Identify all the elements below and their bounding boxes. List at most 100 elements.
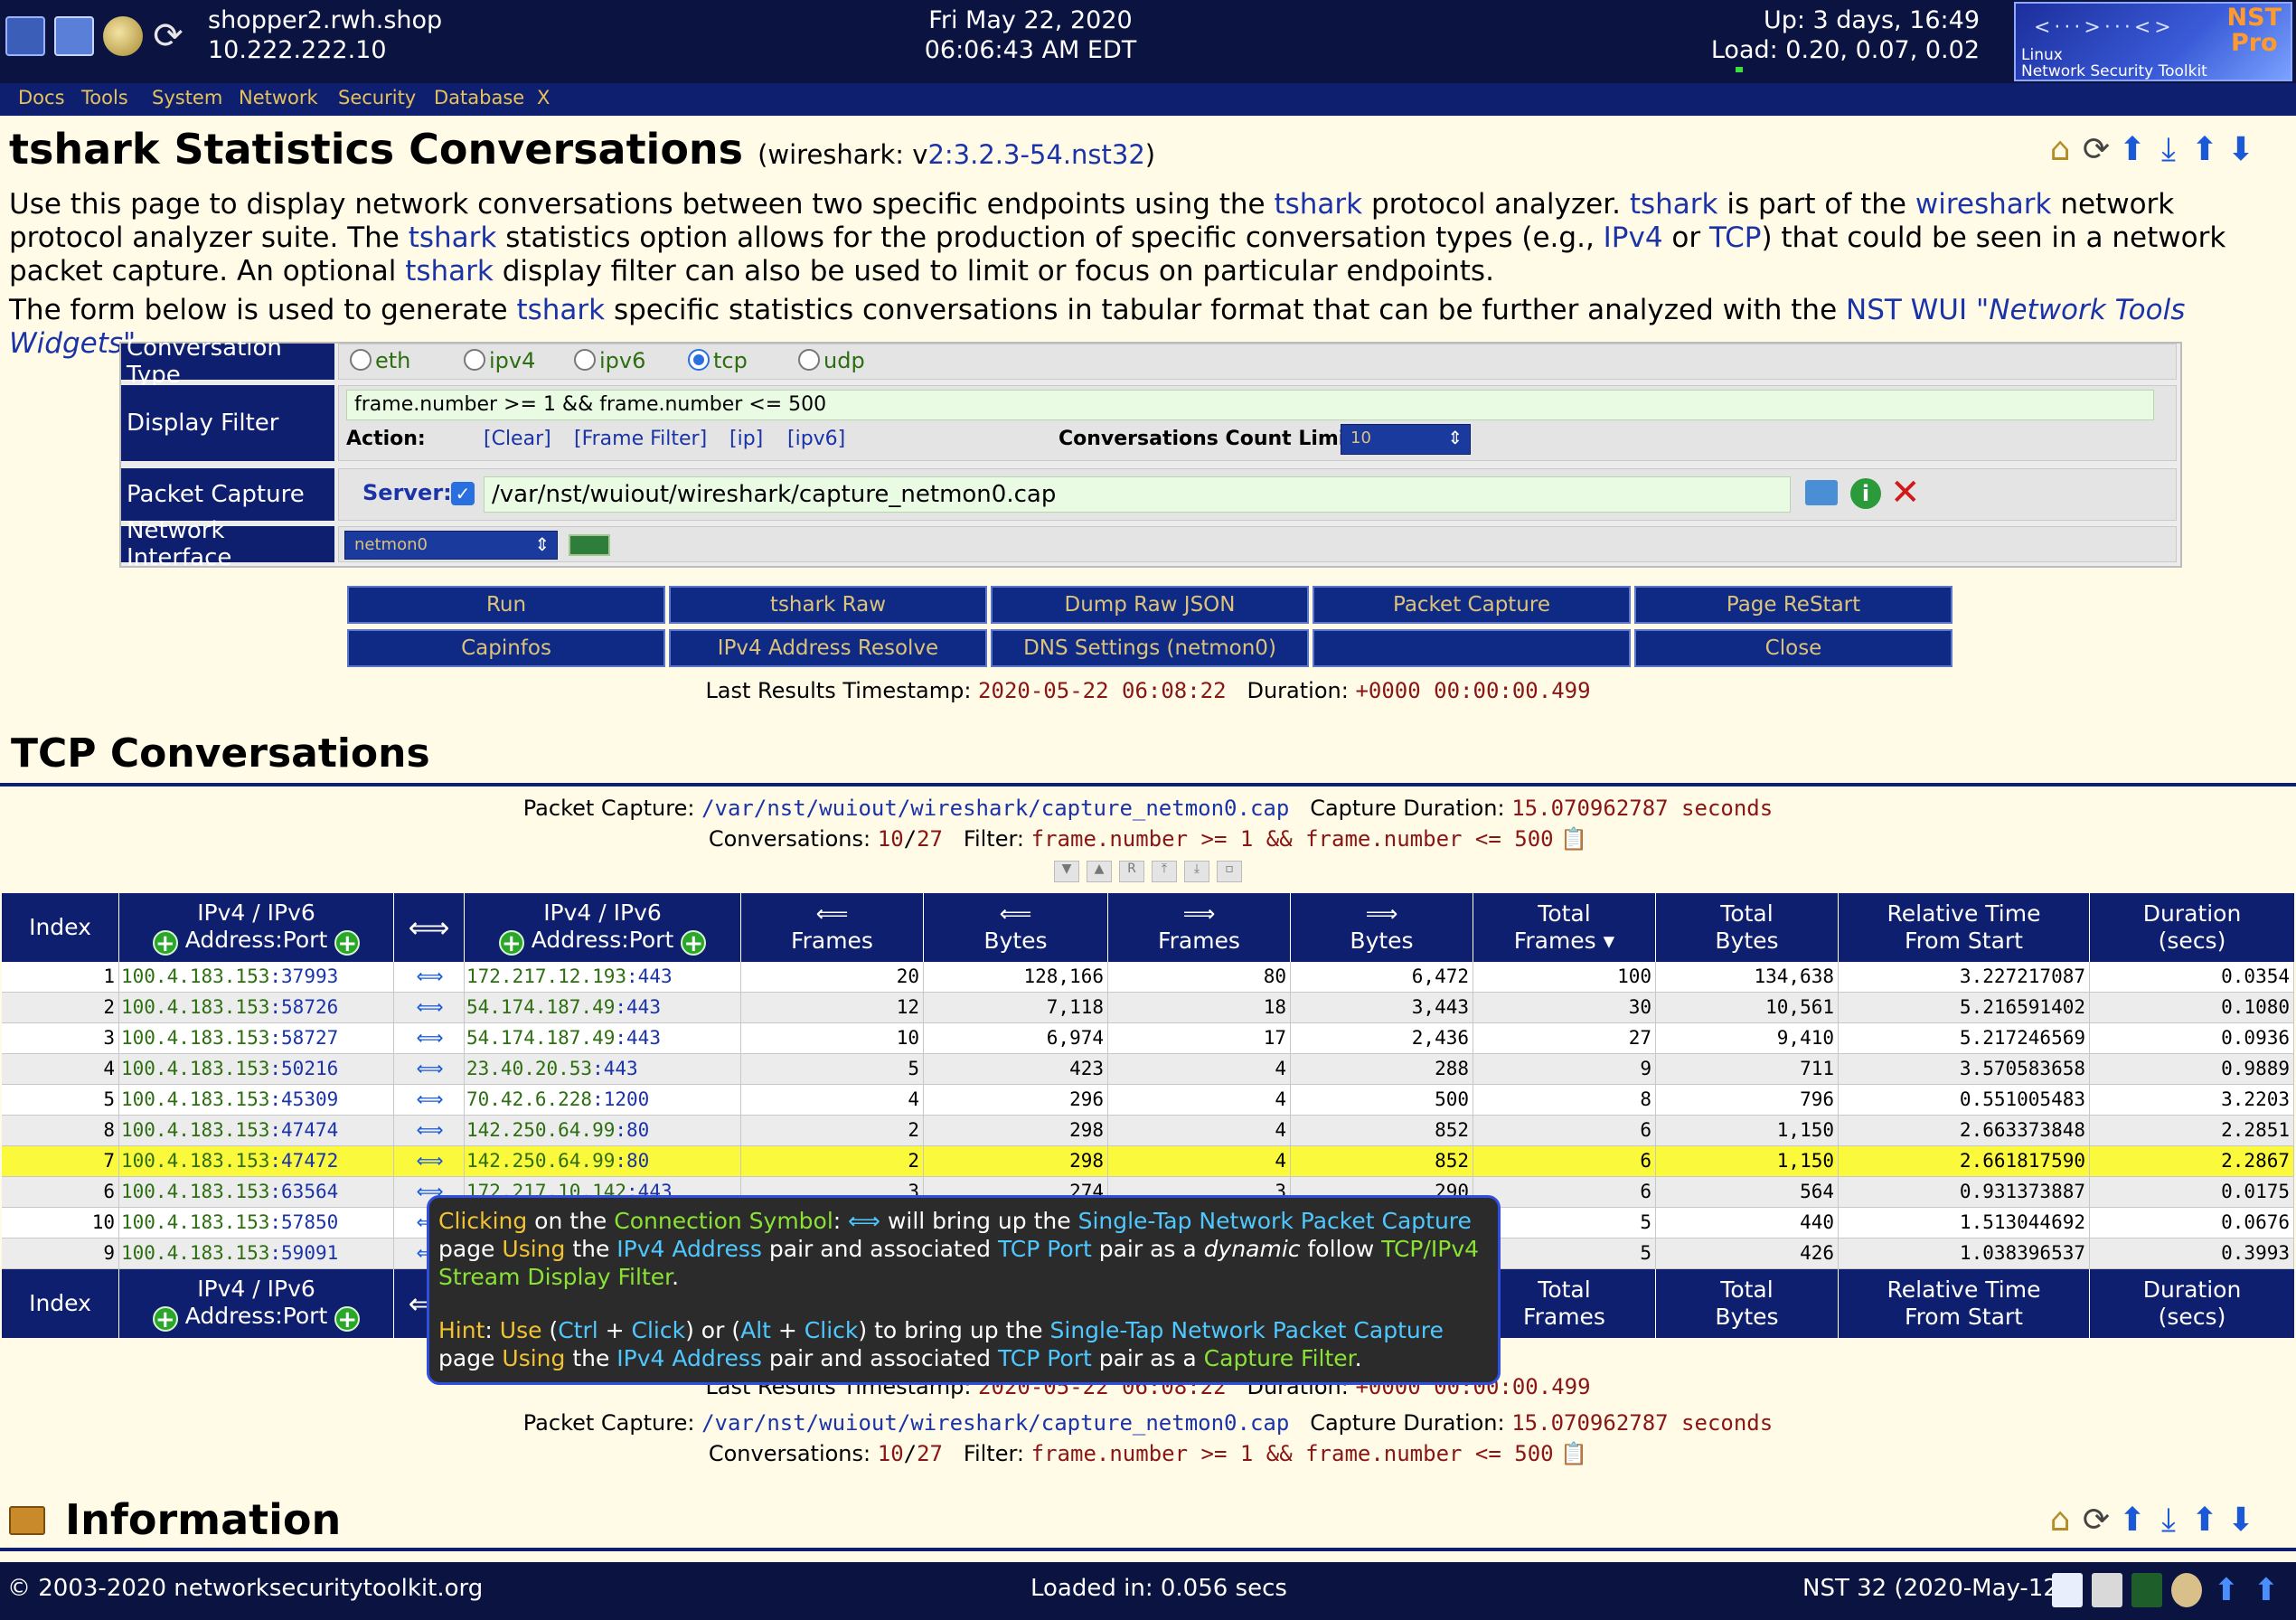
col-total-bytes[interactable]: Total Bytes [1656,1269,1839,1338]
port-link[interactable]: 443 [626,996,661,1018]
port-link[interactable]: 63564 [281,1181,338,1202]
home-icon[interactable]: ⌂ [2045,1502,2075,1539]
top-icon[interactable]: ⤒ [1152,861,1177,882]
ip-link[interactable]: 54.174.187.49 [466,1027,615,1049]
address-b[interactable]: 54.174.187.49:443 [465,1023,741,1053]
ip-link[interactable]: 100.4.183.153 [121,1027,269,1049]
port-link[interactable]: 1200 [604,1088,650,1110]
arrow-top-icon[interactable]: ⬆ [2189,132,2220,168]
packet-capture-button[interactable]: Packet Capture [1313,586,1631,624]
capture-path-input[interactable]: /var/nst/wuiout/wireshark/capture_netmon… [484,476,1791,513]
folder-icon[interactable] [9,1506,45,1535]
window-icon[interactable] [54,16,94,56]
radio-ipv6[interactable] [574,349,596,371]
port-link[interactable]: 58726 [281,996,338,1018]
arrow-down-icon[interactable]: ⬇ [2225,1502,2256,1539]
menu-tools[interactable]: Tools [81,87,128,108]
col-frames-ba[interactable]: ⟹ Frames [1108,893,1291,962]
table-row[interactable]: 1 100.4.183.153:37993 ⟺ 172.217.12.193:443 2… [2,962,2294,993]
ip-link[interactable]: 100.4.183.153 [121,1242,269,1264]
port-link[interactable]: 443 [638,965,673,987]
ip-link[interactable]: 100.4.183.153 [121,1088,269,1110]
address-a[interactable]: 100.4.183.153:50216 [119,1054,394,1084]
address-a[interactable]: 100.4.183.153:59091 [119,1239,394,1268]
address-a[interactable]: 100.4.183.153:58726 [119,993,394,1022]
ip-link[interactable]: 70.42.6.228 [466,1088,592,1110]
copy-icon[interactable]: 📋 [1560,1441,1587,1466]
connection-symbol-icon[interactable]: ⟺ [394,1146,465,1176]
refresh-icon[interactable]: ⟳ [148,16,188,56]
ip-link[interactable]: 100.4.183.153 [121,1211,269,1233]
ip-link[interactable]: 100.4.183.153 [121,1150,269,1172]
port-link[interactable]: 80 [626,1119,649,1141]
bottom-icon[interactable]: ⤓ [1184,861,1209,882]
table-row[interactable]: 2 100.4.183.153:58726 ⟺ 54.174.187.49:443 12… [2,993,2294,1023]
arrow-bottom-icon[interactable]: ⤓ [2153,132,2184,168]
col-total-frames[interactable]: Total Frames [1473,1269,1656,1338]
home-icon[interactable] [2171,1573,2202,1607]
add-icon[interactable]: + [334,930,361,956]
address-a[interactable]: 100.4.183.153:47474 [119,1116,394,1145]
col-bytes-ab[interactable]: ⟸ Bytes [924,893,1108,962]
add-icon[interactable]: + [498,930,524,956]
page-restart-button[interactable]: Page ReStart [1634,586,1953,624]
tshark-link[interactable]: tshark [1630,188,1718,221]
add-icon[interactable]: + [152,1306,178,1332]
address-a[interactable]: 100.4.183.153:57850 [119,1208,394,1238]
table-row[interactable]: 5 100.4.183.153:45309 ⟺ 70.42.6.228:1200 4 29… [2,1085,2294,1116]
arrow-down-icon[interactable]: ⬇ [2225,132,2256,168]
menu-system[interactable]: System [152,87,222,108]
port-link[interactable]: 57850 [281,1211,338,1233]
connection-symbol-icon[interactable]: ⟺ [394,962,465,992]
javascript-icon[interactable] [2092,1573,2122,1607]
arrow-up-icon[interactable]: ⬆ [2117,1502,2148,1539]
port-link[interactable]: 45309 [281,1088,338,1110]
address-a[interactable]: 100.4.183.153:58727 [119,1023,394,1053]
action-ipv6[interactable]: [ipv6] [787,428,845,450]
type-ipv6[interactable]: ipv6 [574,348,645,373]
info-icon[interactable]: i [1850,478,1881,509]
radio-udp[interactable] [798,349,820,371]
col-index[interactable]: Index [2,893,119,962]
radio-tcp[interactable] [688,349,710,371]
arrow-up-icon[interactable]: ⬆ [2211,1573,2242,1607]
ip-link[interactable]: 142.250.64.99 [466,1150,615,1172]
collapse-icon[interactable]: ▼ [1054,861,1079,882]
port-link[interactable]: 58727 [281,1027,338,1049]
expand-icon[interactable]: ▲ [1087,861,1112,882]
port-link[interactable]: 47472 [281,1150,338,1172]
port-link[interactable]: 59091 [281,1242,338,1264]
address-a[interactable]: 100.4.183.153:37993 [119,962,394,992]
port-link[interactable]: 50216 [281,1058,338,1079]
refresh-icon[interactable]: ⟳ [2081,1502,2112,1539]
network-card-icon[interactable] [569,534,610,556]
home-icon[interactable]: ⌂ [2045,132,2075,168]
tshark-link[interactable]: tshark [1274,188,1362,221]
menu-security[interactable]: Security [338,87,416,108]
action-frame-filter[interactable]: [Frame Filter] [574,428,707,450]
address-a[interactable]: 100.4.183.153:45309 [119,1085,394,1115]
ip-link[interactable]: 100.4.183.153 [121,1181,269,1202]
radio-ipv4[interactable] [464,349,485,371]
ip-link[interactable]: 100.4.183.153 [121,996,269,1018]
arrow-top-icon[interactable]: ⬆ [2189,1502,2220,1539]
refresh-icon[interactable]: ⟳ [2081,132,2112,168]
server-checkbox[interactable]: ✓ [451,482,475,505]
menu-docs[interactable]: Docs [18,87,65,108]
col-frames-ab[interactable]: ⟸ Frames [741,893,924,962]
address-a[interactable]: 100.4.183.153:47472 [119,1146,394,1176]
type-eth[interactable]: eth [350,348,410,373]
capinfos-button[interactable]: Capinfos [347,629,665,667]
col-duration[interactable]: Duration (secs) [2090,1269,2294,1338]
wireshark-version-link[interactable]: 2:3.2.3-54.nst32 [927,139,1144,170]
tcp-link[interactable]: TCP [1709,221,1761,254]
connection-symbol-icon[interactable]: ⟺ [394,1116,465,1145]
nst-logo[interactable]: <···>···<> NST Pro Linux Network Security… [2014,2,2292,81]
copy-icon[interactable]: 📋 [1560,826,1587,852]
connection-symbol-icon[interactable]: ⟺ [394,1054,465,1084]
add-icon[interactable]: + [681,930,707,956]
reset-icon[interactable]: R [1119,861,1144,882]
action-ip[interactable]: [ip] [729,428,763,450]
col-index[interactable]: Index [2,1269,119,1338]
tshark-raw-button[interactable]: tshark Raw [669,586,987,624]
